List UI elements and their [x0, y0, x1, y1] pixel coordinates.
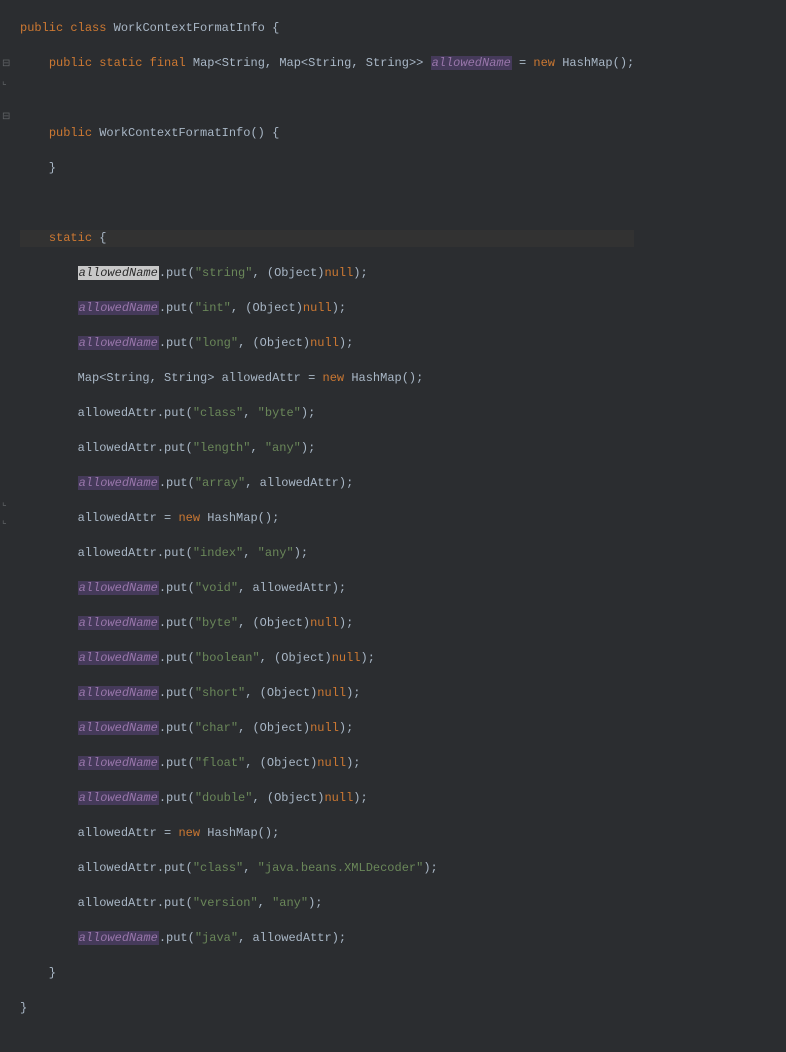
code-line[interactable]: }	[20, 965, 634, 983]
field-allowedName[interactable]: allowedName	[78, 686, 159, 700]
code-line[interactable]: allowedName.put("byte", (Object)null);	[20, 615, 634, 633]
field-allowedName[interactable]: allowedName	[78, 756, 159, 770]
code-line[interactable]: allowedName.put("void", allowedAttr);	[20, 580, 634, 598]
code-line[interactable]: allowedAttr.put("class", "java.beans.XML…	[20, 860, 634, 878]
code-line[interactable]: static {	[20, 230, 634, 248]
field-allowedName[interactable]: allowedName	[78, 616, 159, 630]
field-allowedName[interactable]: allowedName	[78, 476, 159, 490]
fold-marker[interactable]: ⊟	[2, 56, 10, 74]
fold-marker[interactable]: ⊟	[2, 109, 10, 127]
code-line[interactable]: allowedName.put("double", (Object)null);	[20, 790, 634, 808]
field-allowedName[interactable]: allowedName	[78, 931, 159, 945]
field-allowedName[interactable]: allowedName	[78, 266, 159, 280]
code-line[interactable]: allowedName.put("char", (Object)null);	[20, 720, 634, 738]
code-line[interactable]: allowedName.put("java", allowedAttr);	[20, 930, 634, 948]
code-line[interactable]: }	[20, 1000, 634, 1018]
field-allowedName[interactable]: allowedName	[78, 581, 159, 595]
fold-marker[interactable]: ⌞	[2, 74, 7, 92]
code-line[interactable]: allowedName.put("string", (Object)null);	[20, 265, 634, 283]
code-line[interactable]: public class WorkContextFormatInfo {	[20, 20, 634, 38]
gutter: ⊟ ⌞ ⊟ ⌞ ⌞	[0, 0, 12, 531]
code-line[interactable]	[20, 90, 634, 108]
code-line[interactable]: public static final Map<String, Map<Stri…	[20, 55, 634, 73]
code-line[interactable]: Map<String, String> allowedAttr = new Ha…	[20, 370, 634, 388]
code-line[interactable]: public WorkContextFormatInfo() {	[20, 125, 634, 143]
code-line[interactable]: allowedAttr.put("class", "byte");	[20, 405, 634, 423]
code-editor[interactable]: ⊟ ⌞ ⊟ ⌞ ⌞ public class WorkContextFormat…	[0, 0, 786, 531]
code-line[interactable]: allowedName.put("int", (Object)null);	[20, 300, 634, 318]
field-allowedName[interactable]: allowedName	[78, 721, 159, 735]
code-line[interactable]: allowedAttr.put("version", "any");	[20, 895, 634, 913]
fold-marker[interactable]: ⌞	[2, 513, 7, 531]
code-line[interactable]: allowedAttr.put("index", "any");	[20, 545, 634, 563]
field-allowedName[interactable]: allowedName	[78, 336, 159, 350]
code-line[interactable]: allowedAttr.put("length", "any");	[20, 440, 634, 458]
field-allowedName[interactable]: allowedName	[78, 651, 159, 665]
code-area[interactable]: public class WorkContextFormatInfo { pub…	[12, 0, 634, 531]
field-allowedName[interactable]: allowedName	[78, 791, 159, 805]
code-line[interactable]: allowedAttr = new HashMap();	[20, 825, 634, 843]
fold-marker[interactable]: ⌞	[2, 495, 7, 513]
code-line[interactable]: allowedName.put("short", (Object)null);	[20, 685, 634, 703]
code-line[interactable]: allowedName.put("long", (Object)null);	[20, 335, 634, 353]
field-allowedName[interactable]: allowedName	[431, 56, 512, 70]
code-line[interactable]	[20, 195, 634, 213]
code-line[interactable]: allowedName.put("boolean", (Object)null)…	[20, 650, 634, 668]
code-line[interactable]: allowedName.put("float", (Object)null);	[20, 755, 634, 773]
code-line[interactable]: allowedName.put("array", allowedAttr);	[20, 475, 634, 493]
code-line[interactable]: allowedAttr = new HashMap();	[20, 510, 634, 528]
field-allowedName[interactable]: allowedName	[78, 301, 159, 315]
code-line[interactable]: }	[20, 160, 634, 178]
